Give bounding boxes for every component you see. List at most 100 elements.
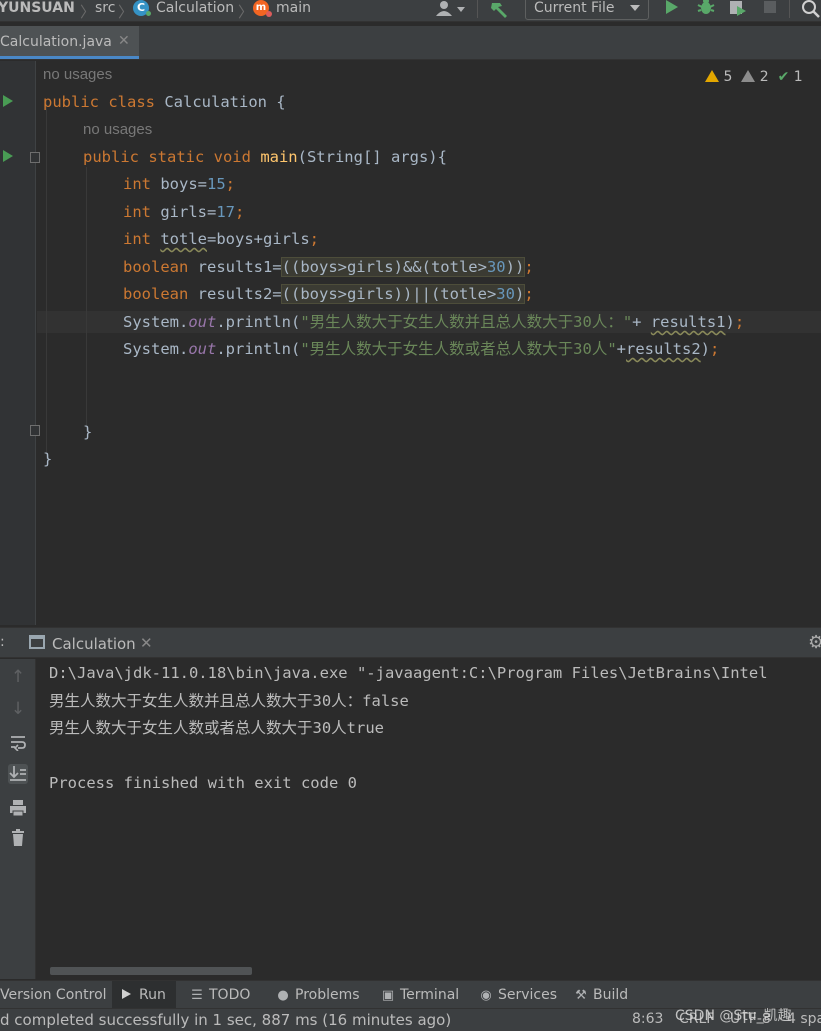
navigation-bar: YUNSUAN 〉 src 〉 C Calculation 〉 m main C…	[0, 0, 821, 22]
editor-gutter	[0, 61, 40, 625]
indent-guide	[46, 101, 47, 459]
tool-window-todo[interactable]: ☰ TODO	[190, 981, 250, 1009]
run-side-toolbar: ↑ ↓	[0, 659, 36, 979]
run-configuration-dropdown[interactable]: Current File	[525, 0, 649, 20]
tool-window-problems[interactable]: ● Problems	[276, 981, 360, 1009]
trash-icon[interactable]	[8, 829, 28, 849]
ok-count: 1	[793, 69, 803, 85]
console-line-output-1: 男生人数大于女生人数并且总人数大于30人：false	[49, 692, 409, 710]
tool-window-services[interactable]: ◉ Services	[479, 981, 557, 1009]
breadcrumb-project[interactable]: YUNSUAN	[0, 0, 75, 18]
search-icon	[802, 0, 820, 18]
breadcrumb-class[interactable]: Calculation	[156, 0, 234, 18]
close-icon[interactable]: ✕	[118, 33, 130, 49]
printer-glyph	[10, 800, 26, 817]
code-line-close-class: }	[43, 450, 53, 468]
soft-wrap-icon[interactable]	[8, 733, 28, 753]
tab-calculation-java[interactable]: Calculation.java ✕	[0, 26, 139, 59]
code-editor[interactable]: no usages public class Calculation { no …	[0, 61, 821, 625]
run-tool-window-header: : Calculation ✕ ⚙	[0, 627, 821, 658]
bug-icon	[697, 0, 715, 14]
code-line-results2: boolean results2=((boys>girls))||(totle>…	[123, 284, 534, 304]
code-line-totle: int totle=boys+girls;	[123, 230, 319, 248]
caret-position[interactable]: 8:63	[632, 1011, 663, 1027]
breadcrumb-method[interactable]: main	[276, 0, 311, 18]
run-class-icon[interactable]	[3, 95, 13, 107]
tool-window-label: Build	[593, 987, 629, 1003]
run-with-coverage-button[interactable]	[727, 0, 747, 18]
usage-hint[interactable]: no usages	[43, 65, 112, 85]
code-line-1: public class Calculation {	[43, 93, 286, 111]
fold-icon[interactable]	[30, 425, 40, 436]
wrap-glyph	[11, 736, 26, 752]
console-line-command: D:\Java\jdk-11.0.18\bin\java.exe "-javaa…	[49, 664, 768, 682]
toolbar-divider	[477, 0, 478, 18]
run-tab-calculation[interactable]: Calculation	[52, 635, 136, 653]
breadcrumb-separator: 〉	[238, 3, 254, 21]
indent-setting[interactable]: 4 spa	[787, 1011, 821, 1027]
inspection-widget[interactable]: 5 2 ✔ 1	[705, 69, 803, 87]
breadcrumb-src[interactable]: src	[95, 0, 115, 18]
run-configuration-label: Current File	[534, 0, 615, 16]
warning-icon	[705, 70, 719, 82]
code-line-results1: boolean results1=((boys>girls)&&(totle>3…	[123, 257, 534, 277]
tool-window-label: Version Control	[0, 987, 107, 1003]
fold-icon[interactable]	[30, 152, 40, 163]
print-icon[interactable]	[8, 799, 28, 819]
close-icon[interactable]: ✕	[140, 634, 153, 652]
stop-icon[interactable]	[764, 1, 776, 13]
tool-window-build[interactable]: ⚒ Build	[574, 981, 628, 1009]
hammer-icon	[491, 3, 507, 18]
arrow-down-icon[interactable]: ↓	[8, 699, 28, 719]
tool-window-run[interactable]: Run	[112, 981, 176, 1009]
code-line-main: public static void main(String[] args){	[83, 148, 447, 166]
tool-window-version-control[interactable]: Version Control	[0, 981, 107, 1009]
weak-warning-count: 2	[759, 69, 769, 85]
build-icon: ⚒	[575, 988, 587, 1003]
toolbar-divider	[789, 0, 790, 18]
tool-window-label: Terminal	[400, 987, 460, 1003]
search-button[interactable]	[801, 0, 821, 19]
tool-window-label: Services	[498, 987, 558, 1003]
console-line-exit: Process finished with exit code 0	[49, 774, 357, 792]
tool-window-label: Problems	[295, 987, 360, 1003]
code-line-boys: int boys=15;	[123, 175, 236, 193]
class-icon: C	[133, 0, 151, 16]
scroll-to-end-icon[interactable]	[8, 764, 28, 784]
code-line-close-method: }	[83, 423, 93, 441]
indent-guide	[86, 167, 87, 432]
problems-icon: ●	[277, 988, 289, 1003]
tool-window-label: Run	[139, 987, 166, 1003]
scroll-end-glyph	[9, 766, 26, 781]
chevron-down-icon	[630, 5, 640, 11]
tool-window-label: TODO	[209, 987, 251, 1003]
arrow-up-icon[interactable]: ↑	[8, 667, 28, 687]
user-account-button[interactable]	[435, 0, 469, 18]
debug-button[interactable]	[696, 0, 716, 18]
breadcrumb-separator: 〉	[118, 3, 134, 21]
todo-icon: ☰	[191, 988, 203, 1003]
tab-label: Calculation.java	[0, 34, 112, 50]
console-line-output-2: 男生人数大于女生人数或者总人数大于30人true	[49, 719, 384, 737]
run-main-icon[interactable]	[3, 150, 13, 162]
status-message[interactable]: d completed successfully in 1 sec, 887 m…	[0, 1011, 451, 1029]
trash-glyph	[12, 829, 24, 846]
console-icon	[29, 635, 45, 649]
terminal-icon: ▣	[381, 988, 395, 1003]
method-icon: m	[253, 0, 272, 17]
horizontal-scrollbar[interactable]	[50, 967, 252, 975]
tool-window-terminal[interactable]: ▣ Terminal	[381, 981, 459, 1009]
code-line-println-2: System.out.println("男生人数大于女生人数或者总人数大于30人…	[123, 340, 720, 358]
tool-window-bar: Version Control Run ☰ TODO ● Problems ▣ Ter…	[0, 980, 821, 1009]
run-icon	[122, 989, 131, 999]
watermark: CSDN @Stu_凯趣	[675, 1008, 792, 1024]
weak-warning-icon	[741, 70, 756, 82]
usage-hint[interactable]: no usages	[83, 120, 152, 140]
run-icon[interactable]	[666, 0, 678, 14]
warning-count: 5	[723, 69, 733, 85]
user-icon	[436, 1, 465, 16]
check-icon: ✔	[777, 69, 790, 85]
console-output[interactable]: D:\Java\jdk-11.0.18\bin\java.exe "-javaa…	[37, 659, 821, 979]
gear-icon[interactable]: ⚙	[808, 632, 821, 653]
build-hammer-button[interactable]	[489, 0, 511, 18]
